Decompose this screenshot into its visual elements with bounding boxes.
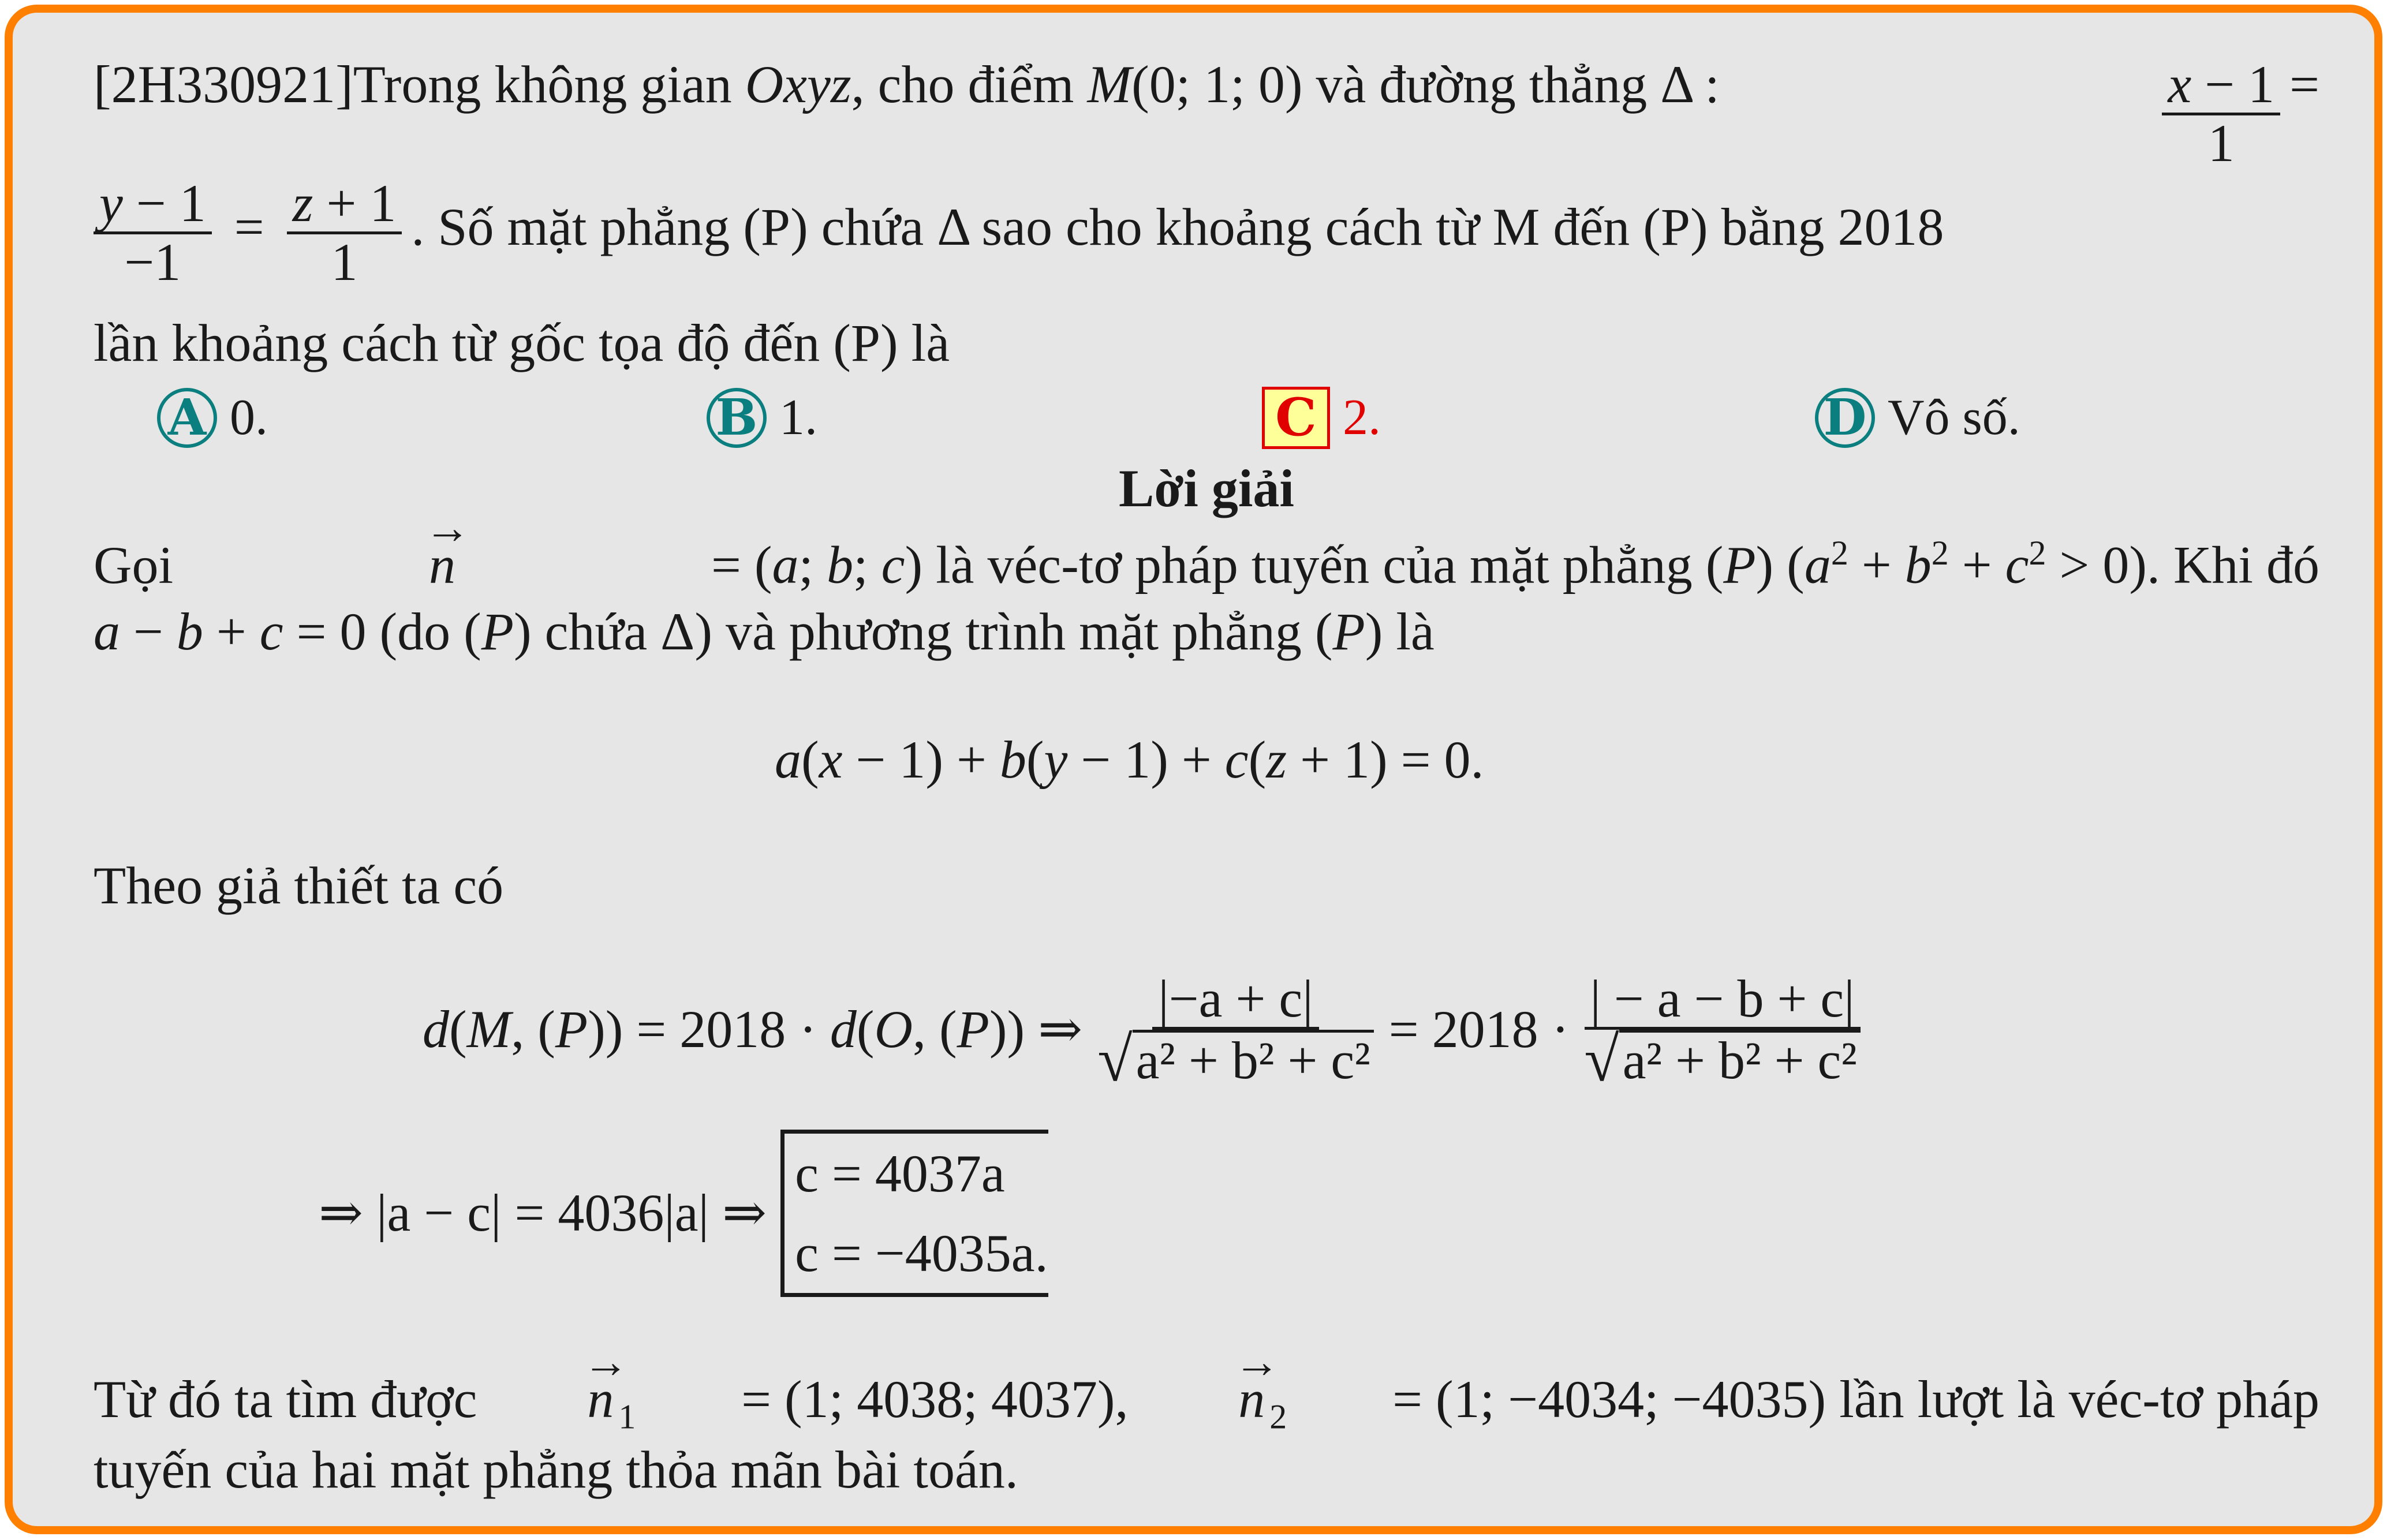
solution-line-4: Từ đó ta tìm được n1 = (1; 4038; 4037), … [94,1336,2319,1437]
option-a-text: 0. [230,390,268,446]
option-b-text: 1. [779,390,817,446]
equation-cases: ⇒ |a − c| = 4036|a| ⇒ c = 4037a c = −403… [319,1130,1048,1297]
option-c-text: 2. [1343,390,1381,446]
fraction-y: y − 1 −1 [94,175,212,290]
question-code: [2H330921] [94,55,353,114]
fraction-distance-2: | − a − b + c| √ a² + b² + c² [1578,971,1866,1091]
solution-line-5: tuyến của hai mặt phẳng thỏa mãn bài toá… [94,1440,1018,1499]
option-c[interactable]: C 2. [1262,387,1381,449]
equation-plane: a(x − 1) + b(y − 1) + c(z + 1) = 0. [775,730,1484,789]
option-b[interactable]: B 1. [707,388,817,448]
normal-vector: n [424,502,460,596]
question-line-1: [2H330921] Trong không gian Oxyz, cho đi… [94,55,2319,173]
problem-card: [2H330921] Trong không gian Oxyz, cho đi… [5,5,2382,1534]
normal-vector-2: n [1234,1336,1269,1430]
option-d-text: Vô số. [1888,390,2020,446]
fraction-x: x − 11 [2162,57,2281,171]
fraction-distance-1: |−a + c| √ a² + b² + c² [1092,971,1380,1091]
solution-line-1: Gọi n = (a; b; c) là véc-tơ pháp tuyến c… [94,502,2319,596]
option-d-marker: D [1815,388,1875,448]
option-a[interactable]: A 0. [157,388,268,448]
equation-distance: d(M, (P)) = 2018 · d(O, (P)) ⇒ |−a + c| … [423,971,1876,1091]
fraction-z: z + 11 [286,175,402,290]
normal-vector-1: n [582,1336,618,1430]
question-text-1: Trong không gian Oxyz, cho điểm M(0; 1; … [353,55,1720,114]
option-d[interactable]: D Vô số. [1815,388,2020,448]
case-bracket: c = 4037a c = −4035a. [780,1130,1048,1297]
option-b-marker: B [707,388,767,448]
option-c-marker: C [1262,387,1330,449]
option-a-marker: A [157,388,217,448]
solution-line-3: Theo giả thiết ta có [94,856,504,915]
solution-line-2: a − b + c = 0 (do (P) chứa Δ) và phương … [94,602,1435,661]
question-line-3: lần khoảng cách từ gốc tọa độ đến (P) là [94,313,950,372]
question-line-2: y − 1 −1 = z + 11. Số mặt phẳng (P) chứa … [94,175,1944,290]
question-text-2: . Số mặt phẳng (P) chứa Δ sao cho khoảng… [411,197,1944,257]
